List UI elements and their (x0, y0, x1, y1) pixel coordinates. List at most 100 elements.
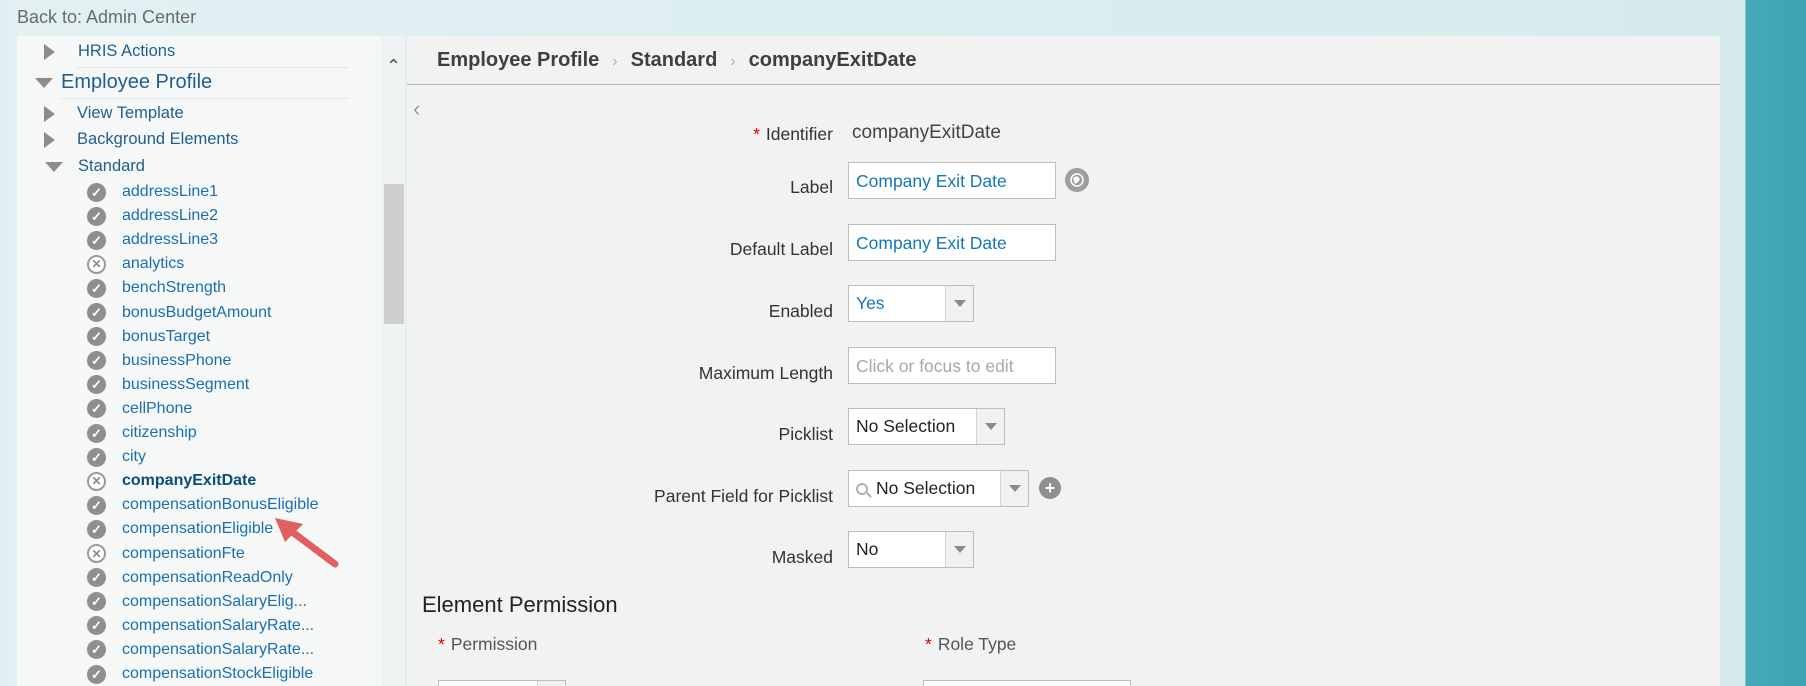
tree-leaf-item[interactable]: ✓ compensationEligible (87, 518, 273, 540)
picklist-select-value: No Selection (856, 416, 956, 436)
tree-leaf-item[interactable]: ✓ benchStrength (87, 277, 226, 299)
check-circle-icon: ✓ (87, 447, 106, 467)
tree-node-label[interactable]: View Template (77, 104, 184, 123)
tree-node-label[interactable]: Employee Profile (61, 71, 212, 94)
tree-leaf-label[interactable]: bonusBudgetAmount (122, 304, 271, 322)
tree-node-label[interactable]: Background Elements (77, 130, 238, 149)
tree-leaf-label[interactable]: analytics (122, 255, 184, 273)
tree-leaf-item[interactable]: ✓ cellPhone (87, 398, 192, 420)
tree-leaf-item[interactable]: ✓ compensationSalaryRate... (87, 639, 314, 661)
translate-globe-icon[interactable] (1065, 168, 1089, 192)
tree-node-view-template[interactable]: View Template (44, 104, 184, 123)
tree-leaf-item[interactable]: ✕ compensationFte (87, 543, 245, 565)
maximum-length-input[interactable]: Click or focus to edit (848, 347, 1056, 384)
tree-leaf-label[interactable]: compensationSalaryElig... (122, 593, 307, 611)
check-circle-icon: ✓ (87, 230, 106, 250)
tree-leaf-label[interactable]: addressLine3 (122, 231, 218, 249)
identifier-label: * Identifier (753, 124, 833, 144)
check-circle-icon: ✓ (87, 206, 106, 226)
tree-leaf-label[interactable]: addressLine2 (122, 207, 218, 225)
role-type-select[interactable] (923, 680, 1131, 686)
role-type-label: * Role Type (925, 634, 1017, 654)
tree-node-employee-profile[interactable]: Employee Profile (35, 71, 212, 94)
maximum-length-label: Maximum Length (698, 363, 833, 383)
default-label-label: Default Label (729, 239, 833, 259)
label-input[interactable]: Company Exit Date (848, 162, 1056, 199)
tree-leaf-item[interactable]: ✓ compensationStockEligible (87, 663, 313, 685)
expand-arrow-icon[interactable] (44, 43, 55, 60)
identifier-value: companyExitDate (852, 122, 1001, 143)
scrollbar-thumb[interactable] (384, 184, 404, 324)
check-circle-icon: ✓ (87, 640, 106, 660)
required-asterisk: * (438, 634, 445, 654)
tree-leaf-label[interactable]: compensationSalaryRate... (122, 617, 314, 635)
back-link[interactable]: Back to: Admin Center (17, 7, 196, 28)
expand-arrow-icon[interactable] (44, 105, 55, 122)
search-icon (856, 482, 868, 495)
tree-node-label[interactable]: HRIS Actions (78, 42, 175, 61)
picklist-label: Picklist (778, 424, 833, 444)
parent-field-select[interactable]: No Selection (848, 470, 1029, 507)
tree-leaf-item[interactable]: ✓ bonusBudgetAmount (87, 302, 271, 324)
check-circle-icon: ✓ (87, 351, 106, 371)
tree-leaf-label[interactable]: businessPhone (122, 352, 231, 370)
tree-leaf-item[interactable]: ✓ businessPhone (87, 350, 231, 372)
check-circle-icon: ✓ (87, 495, 106, 515)
tree-leaf-item[interactable]: ✓ addressLine3 (87, 229, 218, 251)
tree-leaf-item[interactable]: ✓ compensationSalaryElig... (87, 591, 307, 613)
tree-leaf-label[interactable]: companyExitDate (122, 472, 256, 490)
default-label-input[interactable]: Company Exit Date (848, 224, 1056, 261)
chevron-down-icon[interactable] (945, 286, 973, 321)
tree-node-background-elements[interactable]: Background Elements (44, 130, 238, 149)
tree-leaf-label[interactable]: citizenship (122, 424, 197, 442)
masked-select[interactable]: No (848, 531, 974, 568)
tree-leaf-label[interactable]: compensationSalaryRate... (122, 641, 314, 659)
tree-node-label[interactable]: Standard (78, 157, 145, 176)
enabled-select[interactable]: Yes (848, 285, 974, 322)
scroll-up-chevron-icon[interactable]: ⌃ (386, 56, 401, 77)
tree-leaf-label[interactable]: compensationReadOnly (122, 569, 293, 587)
tree-leaf-label[interactable]: cellPhone (122, 400, 192, 418)
tree-leaf-label[interactable]: benchStrength (122, 279, 226, 297)
tree-leaf-item[interactable]: ✓ compensationBonusEligible (87, 494, 319, 516)
tree-leaf-item[interactable]: ✓ bonusTarget (87, 326, 210, 348)
chevron-down-icon[interactable] (537, 681, 565, 686)
tree-leaf-item[interactable]: ✓ businessSegment (87, 374, 249, 396)
tree-node-hris-actions[interactable]: HRIS Actions (44, 42, 175, 61)
tree-leaf-item[interactable]: ✓ city (87, 446, 146, 468)
permission-select[interactable] (438, 680, 566, 686)
tree-leaf-item[interactable]: ✕ companyExitDate (87, 470, 256, 492)
x-circle-icon: ✕ (87, 544, 106, 563)
chevron-down-icon[interactable] (976, 409, 1004, 444)
x-circle-icon: ✕ (87, 471, 106, 491)
element-permission-heading: Element Permission (422, 592, 618, 617)
sidebar-scrollbar[interactable] (381, 36, 405, 686)
tree-leaf-label[interactable]: addressLine1 (122, 183, 218, 201)
enabled-label: Enabled (768, 301, 833, 321)
tree-leaf-item[interactable]: ✕ analytics (87, 253, 184, 275)
chevron-down-icon[interactable] (945, 532, 973, 567)
tree-node-standard[interactable]: Standard (45, 157, 145, 176)
tree-leaf-item[interactable]: ✓ citizenship (87, 422, 197, 444)
add-icon[interactable]: + (1039, 477, 1061, 499)
check-circle-icon: ✓ (87, 375, 106, 395)
tree-leaf-item[interactable]: ✓ compensationReadOnly (87, 567, 293, 589)
tree-leaf-item[interactable]: ✓ addressLine1 (87, 181, 218, 203)
tree-leaf-item[interactable]: ✓ addressLine2 (87, 205, 218, 227)
tree-leaf-label[interactable]: compensationFte (122, 545, 245, 563)
collapse-arrow-icon[interactable] (45, 161, 63, 172)
tree-leaf-label[interactable]: city (122, 448, 146, 466)
chevron-down-icon[interactable] (1000, 471, 1028, 506)
check-circle-icon: ✓ (87, 423, 106, 443)
check-circle-icon: ✓ (87, 278, 106, 298)
required-asterisk: * (753, 124, 760, 144)
tree-leaf-item[interactable]: ✓ compensationSalaryRate... (87, 615, 314, 637)
expand-arrow-icon[interactable] (44, 131, 55, 148)
tree-leaf-label[interactable]: compensationEligible (122, 520, 273, 538)
picklist-select[interactable]: No Selection (848, 408, 1005, 445)
tree-leaf-label[interactable]: businessSegment (122, 376, 249, 394)
tree-leaf-label[interactable]: compensationStockEligible (122, 665, 313, 683)
collapse-arrow-icon[interactable] (35, 77, 53, 88)
tree-leaf-label[interactable]: compensationBonusEligible (122, 496, 319, 514)
tree-leaf-label[interactable]: bonusTarget (122, 328, 210, 346)
